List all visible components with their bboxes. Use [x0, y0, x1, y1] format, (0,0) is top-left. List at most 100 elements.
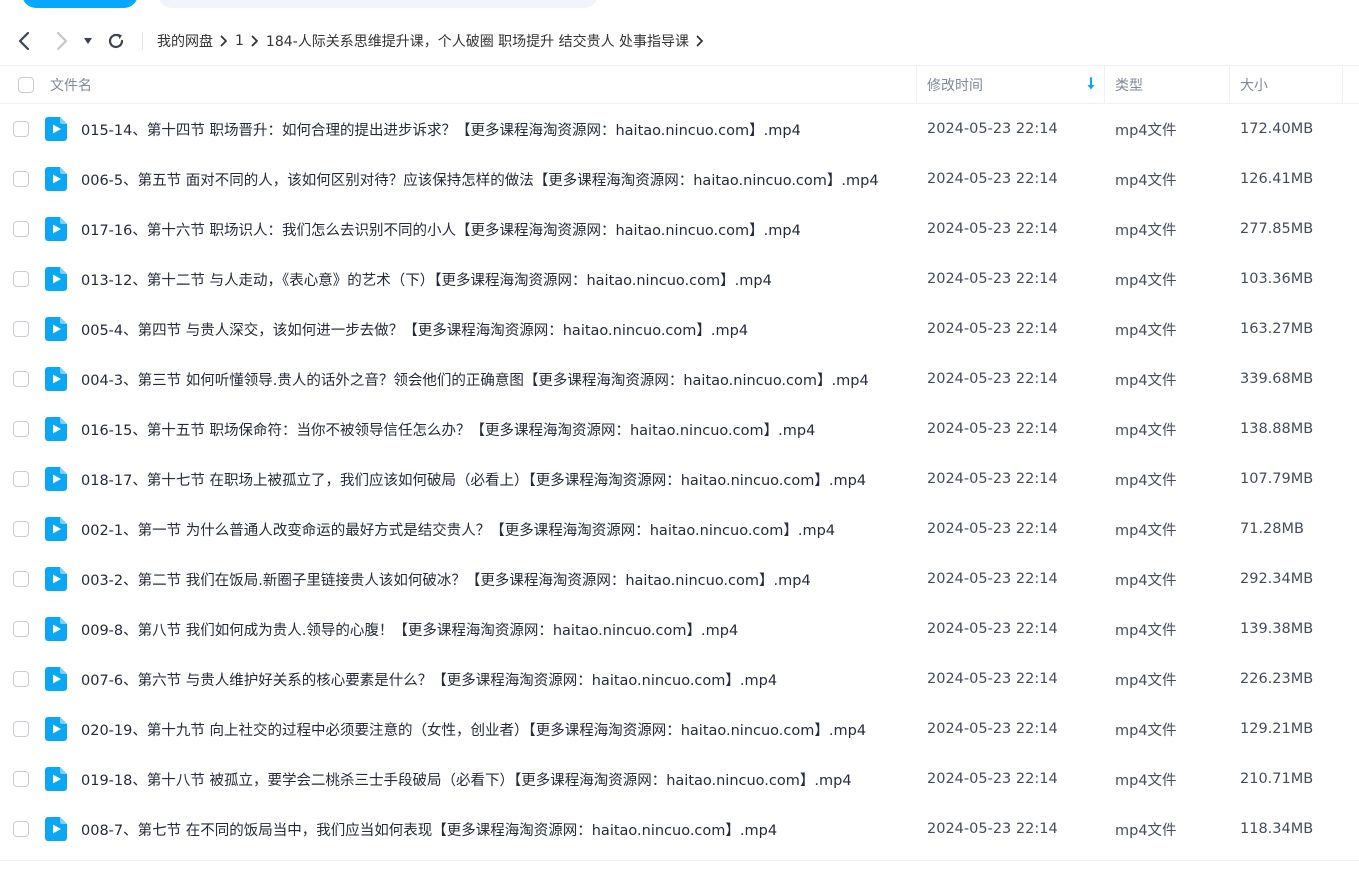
- file-size: 172.40MB: [1240, 121, 1314, 137]
- row-checkbox-cell: [0, 454, 42, 504]
- breadcrumb-item-root[interactable]: 我的网盘: [157, 31, 213, 51]
- file-name[interactable]: 016-15、第十五节 职场保命符：当你不被领导信任怎么办？【更多课程海淘资源网…: [70, 404, 917, 454]
- video-file-icon: [42, 554, 70, 604]
- row-checkbox[interactable]: [13, 821, 29, 837]
- select-all-checkbox[interactable]: [18, 76, 34, 93]
- file-row[interactable]: 004-3、第三节 如何听懂领导.贵人的话外之音？领会他们的正确意图【更多课程海…: [0, 354, 1359, 404]
- row-checkbox[interactable]: [13, 521, 29, 537]
- file-row[interactable]: 003-2、第二节 我们在饭局.新圈子里链接贵人该如何破冰？【更多课程海淘资源网…: [0, 554, 1359, 604]
- row-checkbox[interactable]: [13, 371, 29, 387]
- file-type: mp4文件: [1115, 772, 1177, 789]
- column-header-type[interactable]: 类型: [1105, 65, 1230, 104]
- row-checkbox[interactable]: [13, 121, 29, 137]
- row-checkbox[interactable]: [13, 421, 29, 437]
- row-checkbox-cell: [0, 404, 42, 454]
- file-row[interactable]: 017-16、第十六节 职场识人：我们怎么去识别不同的小人【更多课程海淘资源网：…: [0, 204, 1359, 254]
- row-checkbox[interactable]: [13, 571, 29, 587]
- file-name[interactable]: 020-19、第十九节 向上社交的过程中必须要注意的（女性，创业者）【更多课程海…: [70, 704, 917, 754]
- sort-down-arrow-icon: [1087, 76, 1095, 89]
- file-name[interactable]: 005-4、第四节 与贵人深交，该如何进一步去做？【更多课程海淘资源网：hait…: [70, 304, 917, 354]
- file-row[interactable]: 007-6、第六节 与贵人维护好关系的核心要素是什么？【更多课程海淘资源网：ha…: [0, 654, 1359, 704]
- file-name[interactable]: 008-7、第七节 在不同的饭局当中，我们应当如何表现【更多课程海淘资源网：ha…: [70, 804, 917, 854]
- chevron-left-icon: [18, 31, 30, 50]
- row-checkbox-cell: [0, 554, 42, 604]
- row-checkbox[interactable]: [13, 721, 29, 737]
- file-name[interactable]: 003-2、第二节 我们在饭局.新圈子里链接贵人该如何破冰？【更多课程海淘资源网…: [70, 554, 917, 604]
- file-row[interactable]: 009-8、第八节 我们如何成为贵人.领导的心腹！【更多课程海淘资源网：hait…: [0, 604, 1359, 654]
- row-checkbox[interactable]: [13, 271, 29, 287]
- row-checkbox-cell: [0, 754, 42, 804]
- file-row[interactable]: 002-1、第一节 为什么普通人改变命运的最好方式是结交贵人？【更多课程海淘资源…: [0, 504, 1359, 554]
- file-name[interactable]: 009-8、第八节 我们如何成为贵人.领导的心腹！【更多课程海淘资源网：hait…: [70, 604, 917, 654]
- file-row[interactable]: 015-14、第十四节 职场晋升：如何合理的提出进步诉求？【更多课程海淘资源网：…: [0, 104, 1359, 154]
- file-name[interactable]: 018-17、第十七节 在职场上被孤立了，我们应该如何破局（必看上）【更多课程海…: [70, 454, 917, 504]
- column-header-time[interactable]: 修改时间: [917, 65, 1105, 104]
- row-checkbox-cell: [0, 204, 42, 254]
- file-size: 129.21MB: [1240, 721, 1314, 737]
- file-row[interactable]: 008-7、第七节 在不同的饭局当中，我们应当如何表现【更多课程海淘资源网：ha…: [0, 804, 1359, 854]
- row-checkbox[interactable]: [13, 221, 29, 237]
- row-checkbox[interactable]: [13, 771, 29, 787]
- row-checkbox-cell: [0, 104, 42, 154]
- row-checkbox-cell: [0, 254, 42, 304]
- select-all-cell: [0, 66, 46, 104]
- file-name[interactable]: 007-6、第六节 与贵人维护好关系的核心要素是什么？【更多课程海淘资源网：ha…: [70, 654, 917, 704]
- video-file-icon: [42, 704, 70, 754]
- back-button[interactable]: [10, 26, 38, 56]
- file-row[interactable]: 019-18、第十八节 被孤立，要学会二桃杀三士手段破局（必看下）【更多课程海淘…: [0, 754, 1359, 804]
- file-type: mp4文件: [1115, 422, 1177, 439]
- file-type: mp4文件: [1115, 322, 1177, 339]
- row-checkbox-cell: [0, 154, 42, 204]
- history-dropdown-button[interactable]: [80, 26, 96, 56]
- upload-button[interactable]: [22, 0, 138, 8]
- file-name[interactable]: 015-14、第十四节 职场晋升：如何合理的提出进步诉求？【更多课程海淘资源网：…: [70, 104, 917, 154]
- file-name[interactable]: 013-12、第十二节 与人走动，《表心意》的艺术（下）【更多课程海淘资源网：h…: [70, 254, 917, 304]
- breadcrumb-item-folder-1[interactable]: 1: [235, 33, 244, 49]
- file-size: 118.34MB: [1240, 821, 1314, 837]
- video-file-icon: [42, 754, 70, 804]
- breadcrumb-item-current[interactable]: 184-人际关系思维提升课，个人破圈 职场提升 结交贵人 处事指导课: [266, 31, 689, 51]
- row-checkbox-cell: [0, 304, 42, 354]
- file-row[interactable]: 005-4、第四节 与贵人深交，该如何进一步去做？【更多课程海淘资源网：hait…: [0, 304, 1359, 354]
- search-box[interactable]: [158, 0, 598, 8]
- file-row[interactable]: 016-15、第十五节 职场保命符：当你不被领导信任怎么办？【更多课程海淘资源网…: [0, 404, 1359, 454]
- row-checkbox[interactable]: [13, 171, 29, 187]
- file-modified-time: 2024-05-23 22:14: [927, 721, 1058, 737]
- file-name[interactable]: 017-16、第十六节 职场识人：我们怎么去识别不同的小人【更多课程海淘资源网：…: [70, 204, 917, 254]
- column-header-size[interactable]: 大小: [1230, 65, 1343, 104]
- row-checkbox-cell: [0, 804, 42, 854]
- file-row[interactable]: 013-12、第十二节 与人走动，《表心意》的艺术（下）【更多课程海淘资源网：h…: [0, 254, 1359, 304]
- file-row[interactable]: 020-19、第十九节 向上社交的过程中必须要注意的（女性，创业者）【更多课程海…: [0, 704, 1359, 754]
- row-checkbox-cell: [0, 354, 42, 404]
- file-modified-time: 2024-05-23 22:14: [927, 421, 1058, 437]
- file-size: 277.85MB: [1240, 221, 1314, 237]
- video-file-icon: [42, 654, 70, 704]
- file-size: 138.88MB: [1240, 421, 1314, 437]
- file-name[interactable]: 019-18、第十八节 被孤立，要学会二桃杀三士手段破局（必看下）【更多课程海淘…: [70, 754, 917, 804]
- file-name[interactable]: 004-3、第三节 如何听懂领导.贵人的话外之音？领会他们的正确意图【更多课程海…: [70, 354, 917, 404]
- row-checkbox[interactable]: [13, 621, 29, 637]
- file-modified-time: 2024-05-23 22:14: [927, 771, 1058, 787]
- file-type: mp4文件: [1115, 572, 1177, 589]
- row-checkbox[interactable]: [13, 321, 29, 337]
- column-header-name[interactable]: 文件名: [46, 65, 917, 104]
- top-toolbar-strip: [0, 0, 1359, 16]
- file-modified-time: 2024-05-23 22:14: [927, 321, 1058, 337]
- file-row[interactable]: 018-17、第十七节 在职场上被孤立了，我们应该如何破局（必看上）【更多课程海…: [0, 454, 1359, 504]
- file-row[interactable]: 006-5、第五节 面对不同的人，该如何区别对待？应该保持怎样的做法【更多课程海…: [0, 154, 1359, 204]
- forward-button[interactable]: [48, 26, 76, 56]
- file-type: mp4文件: [1115, 372, 1177, 389]
- file-name[interactable]: 002-1、第一节 为什么普通人改变命运的最好方式是结交贵人？【更多课程海淘资源…: [70, 504, 917, 554]
- file-modified-time: 2024-05-23 22:14: [927, 821, 1058, 837]
- file-size: 339.68MB: [1240, 371, 1314, 387]
- file-type: mp4文件: [1115, 222, 1177, 239]
- file-name[interactable]: 006-5、第五节 面对不同的人，该如何区别对待？应该保持怎样的做法【更多课程海…: [70, 154, 917, 204]
- row-checkbox[interactable]: [13, 671, 29, 687]
- file-size: 292.34MB: [1240, 571, 1314, 587]
- video-file-icon: [42, 254, 70, 304]
- file-size: 139.38MB: [1240, 621, 1314, 637]
- file-table-header: 文件名 修改时间 类型 大小: [0, 65, 1359, 104]
- row-checkbox[interactable]: [13, 471, 29, 487]
- caret-down-icon: [84, 37, 92, 44]
- refresh-button[interactable]: [104, 26, 128, 56]
